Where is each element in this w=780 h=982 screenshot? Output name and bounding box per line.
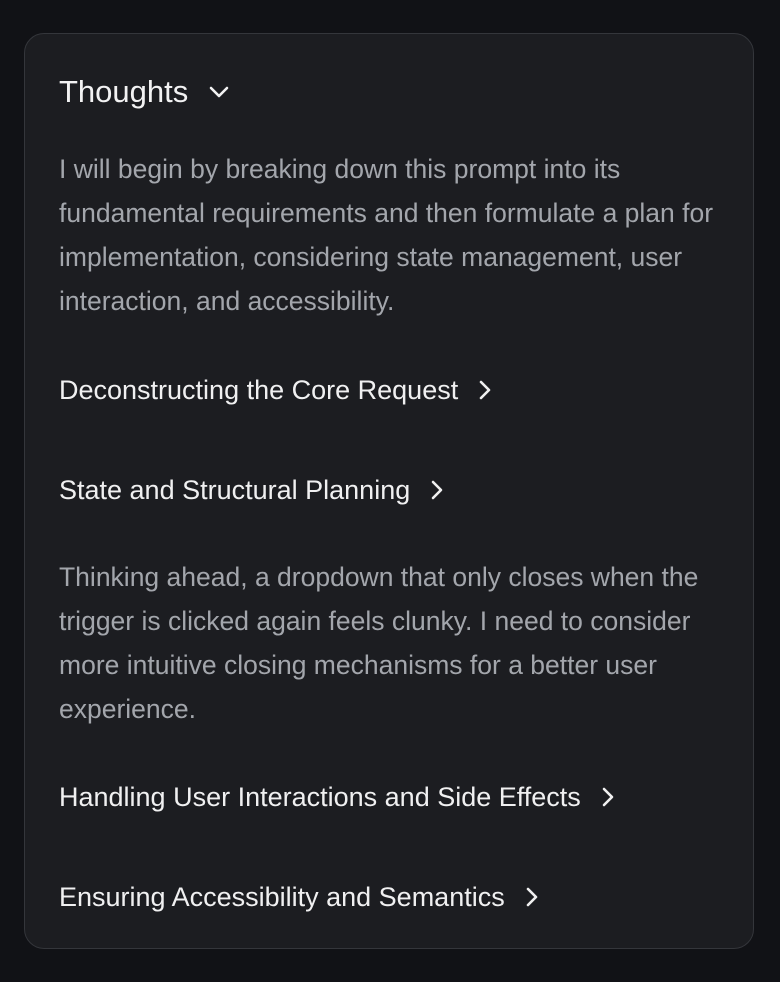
thoughts-panel: Thoughts I will begin by breaking down t… [24, 33, 754, 949]
section-handling-user-interactions[interactable]: Handling User Interactions and Side Effe… [59, 775, 615, 819]
thoughts-title: Thoughts [59, 74, 189, 109]
section-state-structural-planning[interactable]: State and Structural Planning [59, 468, 444, 512]
chevron-right-icon [601, 786, 615, 808]
section-label: State and Structural Planning [59, 474, 411, 505]
chevron-right-icon [430, 479, 444, 501]
thoughts-intro-text: I will begin by breaking down this promp… [59, 154, 714, 316]
chevron-down-icon [208, 85, 230, 99]
section-ensuring-accessibility[interactable]: Ensuring Accessibility and Semantics [59, 875, 539, 919]
section-label: Handling User Interactions and Side Effe… [59, 781, 581, 812]
chevron-right-icon [478, 379, 492, 401]
chevron-right-icon [525, 886, 539, 908]
section-deconstructing-core-request[interactable]: Deconstructing the Core Request [59, 368, 492, 412]
section-label: Ensuring Accessibility and Semantics [59, 881, 505, 912]
thoughts-note-text: Thinking ahead, a dropdown that only clo… [59, 562, 699, 724]
thoughts-toggle[interactable]: Thoughts [59, 70, 230, 114]
section-label: Deconstructing the Core Request [59, 374, 459, 405]
